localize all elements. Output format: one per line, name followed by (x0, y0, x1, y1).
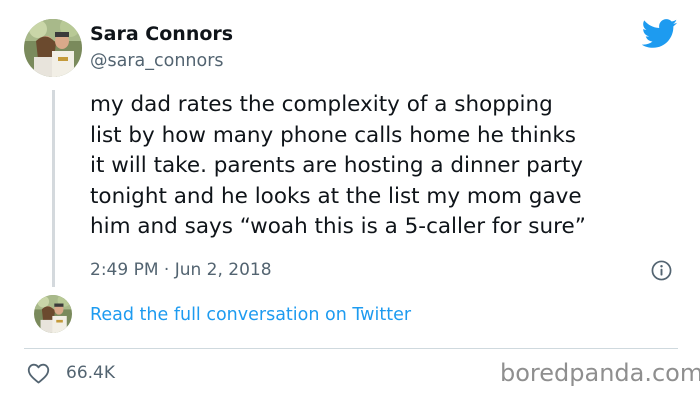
author-display-name[interactable]: Sara Connors (90, 23, 233, 45)
tweet-text-line: tonight and he looks at the list my mom … (90, 183, 582, 209)
author-handle[interactable]: @sara_connors (90, 51, 224, 71)
info-icon[interactable] (651, 260, 672, 281)
twitter-bird-icon[interactable] (641, 19, 678, 49)
conversation-avatar[interactable] (34, 295, 72, 333)
tweet-text: my dad rates the complexity of a shoppin… (90, 90, 690, 243)
thread-connector-line (52, 90, 55, 287)
tweet-text-line: list by how many phone calls home he thi… (90, 122, 576, 148)
author-avatar[interactable] (24, 19, 82, 77)
heart-icon[interactable] (27, 363, 50, 384)
tweet-text-line: him and says “woah this is a 5-caller fo… (90, 214, 586, 239)
divider (24, 348, 678, 349)
read-full-conversation-link[interactable]: Read the full conversation on Twitter (90, 305, 411, 325)
tweet-text-line: it will take. parents are hosting a dinn… (90, 153, 583, 178)
tweet-timestamp[interactable]: 2:49 PM · Jun 2, 2018 (90, 260, 272, 280)
tweet-text-line: my dad rates the complexity of a shoppin… (90, 92, 553, 117)
like-count: 66.4K (66, 363, 115, 383)
boredpanda-watermark: boredpanda.com (500, 359, 700, 387)
